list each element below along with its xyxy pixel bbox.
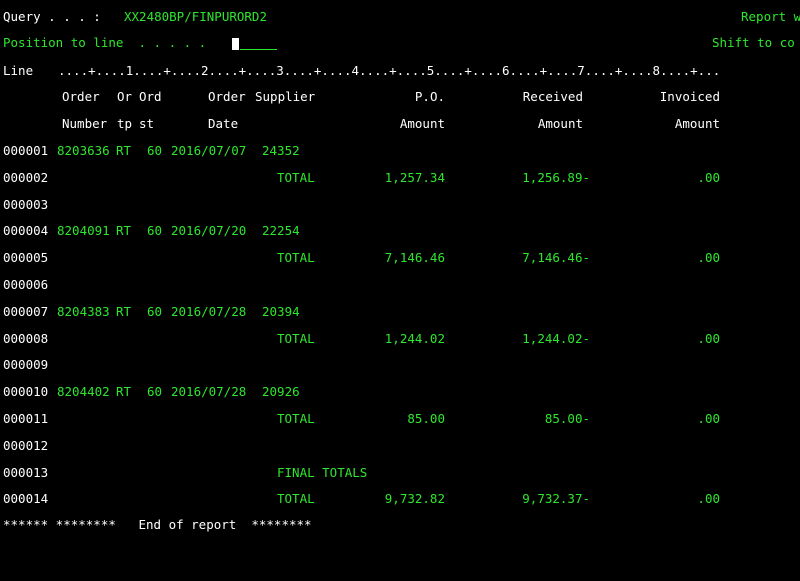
- position-to-line-label: Position to line . . . . .: [3, 35, 207, 50]
- received-amount: 1,244.02-: [522, 331, 590, 346]
- table-row: 000009: [0, 357, 800, 373]
- table-row: 000005 TOTAL 7,146.46 7,146.46- .00: [0, 250, 800, 266]
- line-number: 000005: [3, 250, 49, 265]
- supplier: 22254: [262, 223, 300, 238]
- line-number: 000012: [3, 438, 49, 453]
- received-amount: 85.00-: [544, 411, 590, 426]
- row-label: FINAL TOTALS: [277, 465, 368, 480]
- line-number: 000014: [3, 491, 49, 506]
- col-head-order-status: Ord: [139, 89, 162, 104]
- order-number: 8204091: [57, 223, 110, 238]
- query-label: Query . . . :: [3, 9, 101, 24]
- supplier: 20926: [262, 384, 300, 399]
- col-head-order-number: Order: [62, 89, 100, 104]
- line-number: 000006: [3, 277, 49, 292]
- col-head2-received-amount: Amount: [537, 116, 583, 131]
- col-head-supplier: Supplier: [255, 89, 316, 104]
- order-status: 60: [147, 143, 163, 158]
- line-number: 000007: [3, 304, 49, 319]
- order-number: 8203636: [57, 143, 110, 158]
- row-label: TOTAL: [277, 331, 315, 346]
- table-row: 000013 FINAL TOTALS: [0, 465, 800, 481]
- end-of-report: ****** ******** End of report ********: [3, 517, 312, 532]
- line-number: 000009: [3, 357, 49, 372]
- po-amount: 1,257.34: [384, 170, 445, 185]
- po-amount: 85.00: [407, 411, 445, 426]
- col-head2-invoiced-amount: Amount: [674, 116, 720, 131]
- table-row: 000006: [0, 277, 800, 293]
- table-row: 000008 TOTAL 1,244.02 1,244.02- .00: [0, 331, 800, 347]
- received-amount: 1,256.89-: [522, 170, 590, 185]
- line-number: 000013: [3, 465, 49, 480]
- line-number: 000011: [3, 411, 49, 426]
- table-row: 000001 8203636 RT 60 2016/07/07 24352: [0, 143, 800, 159]
- invoiced-amount: .00: [697, 331, 720, 346]
- order-status: 60: [147, 384, 163, 399]
- row-label: TOTAL: [277, 491, 315, 506]
- table-row: 000002 TOTAL 1,257.34 1,256.89- .00: [0, 170, 800, 186]
- table-row: 000014 TOTAL 9,732.82 9,732.37- .00: [0, 491, 800, 507]
- order-number: 8204383: [57, 304, 110, 319]
- row-label: TOTAL: [277, 250, 315, 265]
- invoiced-amount: .00: [697, 250, 720, 265]
- table-row: 000012: [0, 438, 800, 454]
- invoiced-amount: .00: [697, 170, 720, 185]
- terminal-screen: Query . . . : XX2480BP/FINPURORD2 Report…: [0, 0, 800, 581]
- query-value: XX2480BP/FINPURORD2: [124, 9, 267, 24]
- col-head2-st: st: [139, 116, 155, 131]
- line-number: 000004: [3, 223, 49, 238]
- po-amount: 7,146.46: [384, 250, 445, 265]
- order-type: RT: [116, 223, 132, 238]
- po-amount: 9,732.82: [384, 491, 445, 506]
- col-head2-date: Date: [208, 116, 239, 131]
- order-status: 60: [147, 304, 163, 319]
- row-label: TOTAL: [277, 170, 315, 185]
- col-head2-tp: tp: [117, 116, 133, 131]
- order-number: 8204402: [57, 384, 110, 399]
- order-type: RT: [116, 384, 132, 399]
- order-date: 2016/07/28: [171, 304, 247, 319]
- order-date: 2016/07/20: [171, 223, 247, 238]
- col-head-order-type: Or: [117, 89, 133, 104]
- supplier: 20394: [262, 304, 300, 319]
- line-number: 000001: [3, 143, 49, 158]
- report-label: Report w: [741, 9, 800, 24]
- table-row: 000011 TOTAL 85.00 85.00- .00: [0, 411, 800, 427]
- order-type: RT: [116, 304, 132, 319]
- supplier: 24352: [262, 143, 300, 158]
- input-cursor: [232, 38, 239, 50]
- invoiced-amount: .00: [697, 411, 720, 426]
- table-row: 000003: [0, 197, 800, 213]
- received-amount: 7,146.46-: [522, 250, 590, 265]
- line-number: 000010: [3, 384, 49, 399]
- col-head2-number: Number: [62, 116, 108, 131]
- line-number: 000003: [3, 197, 49, 212]
- table-row: 000007 8204383 RT 60 2016/07/28 20394: [0, 304, 800, 320]
- invoiced-amount: .00: [697, 491, 720, 506]
- table-row: 000010 8204402 RT 60 2016/07/28 20926: [0, 384, 800, 400]
- col-head-po-amount: P.O.: [414, 89, 445, 104]
- table-row: 000004 8204091 RT 60 2016/07/20 22254: [0, 223, 800, 239]
- order-status: 60: [147, 223, 163, 238]
- col-head-invoiced-amount: Invoiced: [659, 89, 720, 104]
- shift-to-column-label: Shift to co: [712, 35, 795, 50]
- line-number: 000008: [3, 331, 49, 346]
- col-head-received-amount: Received: [522, 89, 583, 104]
- line-number: 000002: [3, 170, 49, 185]
- col-head2-po-amount: Amount: [399, 116, 445, 131]
- column-ruler: ....+....1....+....2....+....3....+....4…: [58, 63, 721, 78]
- order-date: 2016/07/07: [171, 143, 247, 158]
- order-type: RT: [116, 143, 132, 158]
- col-head-order-date: Order: [208, 89, 246, 104]
- row-label: TOTAL: [277, 411, 315, 426]
- received-amount: 9,732.37-: [522, 491, 590, 506]
- position-to-line-input[interactable]: [240, 49, 277, 50]
- po-amount: 1,244.02: [384, 331, 445, 346]
- order-date: 2016/07/28: [171, 384, 247, 399]
- line-label: Line: [3, 63, 34, 78]
